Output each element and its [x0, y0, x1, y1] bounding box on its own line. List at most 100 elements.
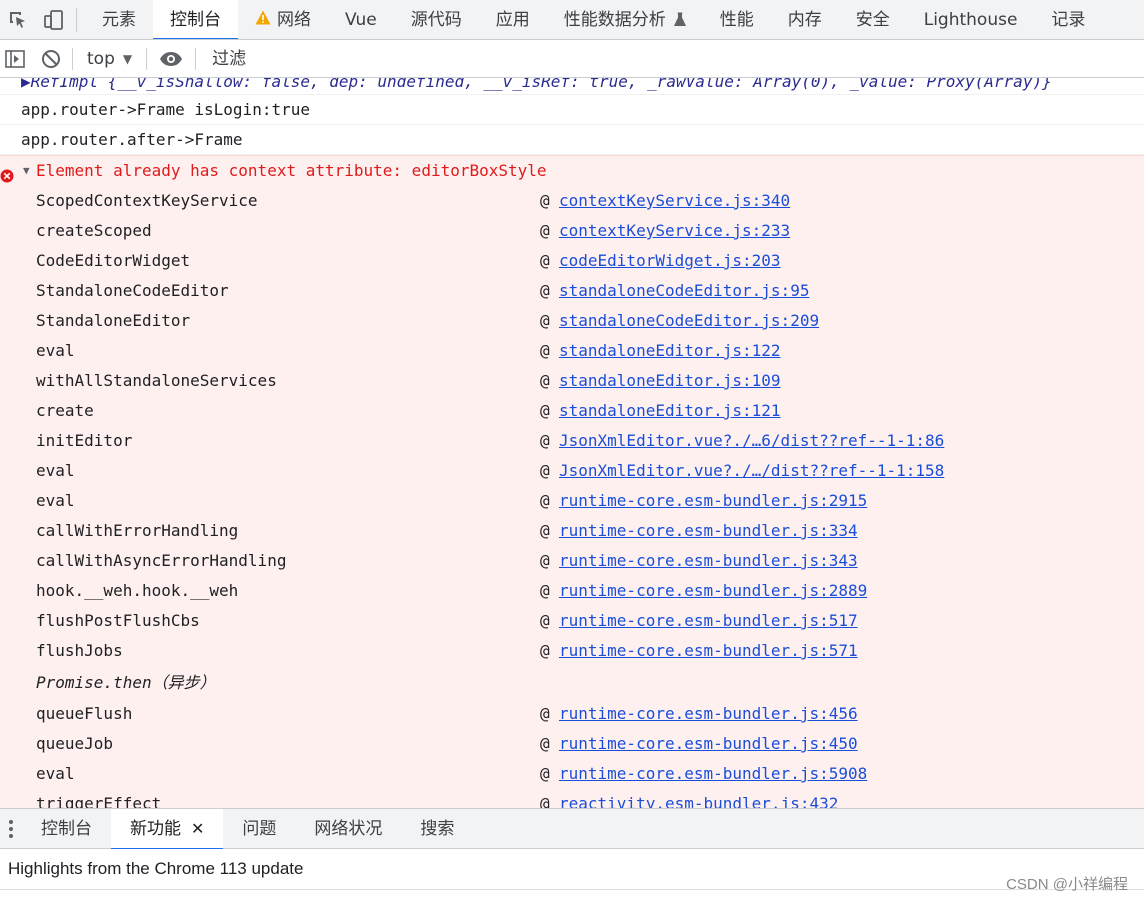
frame-function: createScoped — [36, 221, 152, 240]
drawer-tab-2[interactable]: 问题 — [223, 809, 295, 849]
live-expression-eye-icon[interactable] — [153, 40, 189, 78]
tab-label: Lighthouse — [923, 9, 1018, 30]
tab-label: 应用 — [495, 9, 530, 30]
tab-2[interactable]: 网络 — [238, 0, 328, 39]
drawer-tab-0[interactable]: 控制台 — [22, 809, 111, 849]
frame-source-link[interactable]: reactivity.esm-bundler.js:432 — [559, 789, 838, 808]
frame-source-link[interactable]: standaloneEditor.js:121 — [559, 396, 781, 426]
context-selector-label: top — [87, 48, 115, 69]
context-selector[interactable]: top ▼ — [79, 49, 140, 69]
frame-function: withAllStandaloneServices — [36, 371, 277, 390]
frame-function: eval — [36, 341, 75, 360]
device-toolbar-icon[interactable] — [36, 0, 72, 39]
frame-source-link[interactable]: runtime-core.esm-bundler.js:2915 — [559, 486, 867, 516]
truncated-log-line: ▶RefImpl {__v_isShallow: false, dep: und… — [0, 78, 1144, 95]
stack-frame: Promise.then（异步） — [0, 666, 1144, 699]
frame-function: StandaloneEditor — [36, 311, 191, 330]
frame-source-link[interactable]: runtime-core.esm-bundler.js:5908 — [559, 759, 867, 789]
log-line: app.router->Frame isLogin:true — [0, 95, 1144, 125]
tab-5[interactable]: 应用 — [479, 0, 547, 39]
drawer-tab-3[interactable]: 网络状况 — [295, 809, 401, 849]
stack-frame: StandaloneEditor @ standaloneCodeEditor.js… — [0, 306, 1144, 336]
drawer-menu-icon[interactable] — [0, 809, 22, 849]
stack-frame: createScoped @ contextKeyService.js:233 — [0, 216, 1144, 246]
frame-source-link[interactable]: standaloneCodeEditor.js:95 — [559, 276, 809, 306]
tab-0[interactable]: 元素 — [85, 0, 153, 39]
frame-source-link[interactable]: runtime-core.esm-bundler.js:450 — [559, 729, 858, 759]
filter-input[interactable] — [210, 43, 1144, 74]
tab-10[interactable]: Lighthouse — [907, 0, 1035, 39]
frame-function: ScopedContextKeyService — [36, 191, 258, 210]
at-symbol: @ — [540, 491, 550, 510]
tab-6[interactable]: 性能数据分析 — [547, 0, 703, 39]
stack-frame: queueFlush @ runtime-core.esm-bundler.js:4… — [0, 699, 1144, 729]
sidebar-toggle-icon[interactable] — [0, 40, 30, 78]
tab-9[interactable]: 安全 — [839, 0, 907, 39]
toolbar-separator — [195, 47, 197, 70]
tab-label: 性能数据分析 — [563, 9, 666, 30]
at-symbol: @ — [540, 734, 550, 753]
at-symbol: @ — [540, 281, 550, 300]
stack-frame: hook.__weh.hook.__weh @ runtime-core.esm-b… — [0, 576, 1144, 606]
frame-source-link[interactable]: JsonXmlEditor.vue?./…/dist??ref--1-1:158 — [559, 456, 944, 486]
frame-function: callWithAsyncErrorHandling — [36, 551, 287, 570]
tab-8[interactable]: 内存 — [771, 0, 839, 39]
at-symbol: @ — [540, 704, 550, 723]
tab-label: 元素 — [102, 9, 136, 30]
at-symbol: @ — [540, 341, 550, 360]
frame-function: initEditor — [36, 431, 133, 450]
stack-frame: ScopedContextKeyService @ contextKeyServic… — [0, 186, 1144, 216]
tab-3[interactable]: Vue — [328, 0, 394, 39]
stack-frame: initEditor @ JsonXmlEditor.vue?./…6/dist??… — [0, 426, 1144, 456]
frame-source-link[interactable]: runtime-core.esm-bundler.js:571 — [559, 636, 858, 666]
at-symbol: @ — [540, 461, 550, 480]
inspect-element-icon[interactable] — [0, 0, 36, 39]
drawer-tabbar: 控制台 新功能 ✕ 问题 网络状况 搜索 — [0, 808, 1144, 850]
frame-source-link[interactable]: contextKeyService.js:340 — [559, 186, 790, 216]
tab-label: 内存 — [787, 9, 822, 30]
drawer-tabs: 控制台 新功能 ✕ 问题 网络状况 搜索 — [22, 808, 473, 850]
bottom-strip — [0, 889, 1144, 905]
expand-triangle-icon[interactable]: ▼ — [23, 156, 30, 186]
frame-source-link[interactable]: standaloneEditor.js:122 — [559, 336, 781, 366]
at-symbol: @ — [540, 431, 550, 450]
frame-source-link[interactable]: standaloneEditor.js:109 — [559, 366, 781, 396]
drawer-tab-1[interactable]: 新功能 ✕ — [111, 808, 224, 850]
frame-source-link[interactable]: standaloneCodeEditor.js:209 — [559, 306, 819, 336]
frame-source-link[interactable]: runtime-core.esm-bundler.js:334 — [559, 516, 858, 546]
drawer-tab-4[interactable]: 搜索 — [401, 809, 473, 849]
at-symbol: @ — [540, 191, 550, 210]
frame-function: CodeEditorWidget — [36, 251, 191, 270]
drawer-tab-label: 新功能 — [130, 818, 181, 839]
at-symbol: @ — [540, 641, 550, 660]
frame-source-link[interactable]: runtime-core.esm-bundler.js:2889 — [559, 576, 867, 606]
whats-new-content: Highlights from the Chrome 113 update — [0, 849, 1144, 889]
frame-source-link[interactable]: runtime-core.esm-bundler.js:517 — [559, 606, 858, 636]
stack-frame: queueJob @ runtime-core.esm-bundler.js:450 — [0, 729, 1144, 759]
frame-source-link[interactable]: runtime-core.esm-bundler.js:456 — [559, 699, 858, 729]
frame-source-link[interactable]: contextKeyService.js:233 — [559, 216, 790, 246]
frame-source-link[interactable]: runtime-core.esm-bundler.js:343 — [559, 546, 858, 576]
frame-function: create — [36, 401, 94, 420]
frame-function: queueFlush — [36, 704, 133, 723]
clear-console-icon[interactable] — [36, 40, 66, 78]
log-lines: app.router->Frame isLogin:true app.router… — [0, 95, 1144, 155]
tab-label: 网络 — [277, 9, 311, 30]
error-header[interactable]: ▼ Element already has context attribute:… — [0, 156, 1144, 186]
frame-source-link[interactable]: JsonXmlEditor.vue?./…6/dist??ref--1-1:86 — [559, 426, 944, 456]
at-symbol: @ — [540, 794, 550, 808]
tab-4[interactable]: 源代码 — [394, 0, 479, 39]
frame-function: flushJobs — [36, 641, 123, 660]
stack-frame: withAllStandaloneServices @ standaloneEdit… — [0, 366, 1144, 396]
frame-function: hook.__weh.hook.__weh — [36, 581, 239, 600]
frame-function: triggerEffect — [36, 794, 162, 808]
tab-11[interactable]: 记录 — [1034, 0, 1102, 39]
tab-1[interactable]: 控制台 — [153, 0, 238, 39]
frame-source-link[interactable]: codeEditorWidget.js:203 — [559, 246, 781, 276]
stack-frame: eval @ runtime-core.esm-bundler.js:2915 — [0, 486, 1144, 516]
devtools-tabbar: 元素 控制台 网络 Vue 源代码 应用 性能数据分析 性能 内存 安全 Lighthouse 记录 — [0, 0, 1144, 40]
frame-function: eval — [36, 461, 75, 480]
tab-7[interactable]: 性能 — [703, 0, 771, 39]
watermark: CSDN @小祥编程 — [1006, 876, 1128, 893]
close-icon[interactable]: ✕ — [191, 809, 204, 849]
